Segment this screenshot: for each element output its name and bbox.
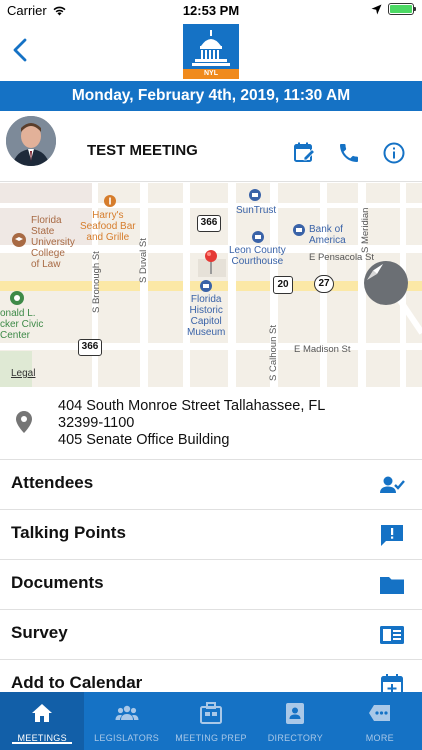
map-legal-link[interactable]: Legal (11, 368, 35, 379)
location-arrow-icon (371, 4, 382, 14)
address-line-2: 32399-1100 (58, 415, 135, 431)
street-s-meridian: S Meridian (360, 207, 371, 253)
map-label-leon-county: Leon County Courthouse (229, 245, 286, 267)
meeting-header: TEST MEETING (0, 112, 422, 182)
tab-legislators[interactable]: LEGISLATORS (84, 692, 168, 750)
tab-label: LEGISLATORS (94, 733, 160, 743)
edit-calendar-icon (294, 142, 316, 162)
home-icon (32, 704, 53, 722)
call-button[interactable] (337, 141, 361, 165)
route-shield-27: 27 (314, 275, 334, 293)
tab-label: MEETING PREP (175, 733, 247, 743)
street-s-bronough: S Bronough St (91, 251, 102, 313)
edit-calendar-button[interactable] (293, 141, 317, 165)
address-text: 404 South Monroe Street Tallahassee, FL … (58, 398, 358, 449)
museum-icon (200, 280, 212, 292)
tab-more[interactable]: MORE (338, 692, 422, 750)
tab-meetings[interactable]: MEETINGS (0, 692, 85, 750)
phone-icon (340, 144, 358, 162)
school-icon (12, 233, 26, 247)
meeting-date-bar: Monday, February 4th, 2019, 11:30 AM (0, 81, 422, 111)
status-time: 12:53 PM (182, 3, 240, 18)
street-s-duval: S Duval St (138, 238, 149, 283)
menu-item-label: Add to Calendar (11, 673, 143, 692)
menu-item-talking-points[interactable]: Talking Points (0, 510, 422, 560)
tab-directory[interactable]: DIRECTORY (253, 692, 337, 750)
map-label-harrys: Harry's Seafood Bar and Grille (80, 210, 136, 243)
venue-icon (10, 291, 24, 305)
tab-meeting-prep[interactable]: MEETING PREP (169, 692, 253, 750)
address-line-1: 404 South Monroe Street Tallahassee, FL (58, 398, 326, 414)
menu-item-label: Talking Points (11, 523, 126, 542)
briefcase-icon (200, 702, 223, 724)
avatar-portrait (6, 116, 56, 166)
bank-icon-2 (293, 224, 305, 236)
map-compass-button[interactable] (364, 261, 408, 305)
status-right (371, 3, 416, 15)
meeting-address[interactable]: 404 South Monroe Street Tallahassee, FL … (0, 388, 422, 460)
info-icon (383, 142, 405, 164)
chevron-left-icon (13, 38, 27, 62)
menu-item-label: Documents (11, 573, 104, 592)
meeting-actions-list: Attendees Talking Points Documents Surve… (0, 460, 422, 710)
map-label-fsu-law: Florida State University College of Law (31, 215, 75, 270)
courthouse-icon (252, 231, 264, 243)
map-label-capitol-museum: Florida Historic Capitol Museum (187, 294, 226, 338)
compass-icon (367, 264, 383, 280)
menu-item-attendees[interactable]: Attendees (0, 460, 422, 510)
location-map[interactable]: Florida State University College of Law Harr… (0, 183, 422, 387)
map-label-bank-of-america: Bank of America (309, 224, 346, 246)
app-logo: NYL (183, 24, 239, 79)
people-icon (115, 705, 139, 720)
contact-card-icon (286, 703, 305, 724)
nav-header: NYL (0, 22, 422, 80)
location-pin-icon (16, 411, 32, 433)
restaurant-icon (104, 195, 116, 207)
meeting-title: TEST MEETING (87, 142, 198, 159)
more-icon (368, 705, 390, 721)
street-s-calhoun: S Calhoun St (268, 325, 279, 381)
folder-icon (380, 577, 404, 594)
map-label-donald-l: onald L. cker Civic Center (0, 308, 44, 341)
logo-text: NYL (183, 69, 239, 79)
menu-item-label: Survey (11, 623, 68, 642)
street-e-madison: E Madison St (294, 344, 351, 355)
capitol-dome-icon (192, 30, 230, 66)
map-label-suntrust: SunTrust (236, 205, 277, 216)
tab-label: MEETINGS (17, 733, 67, 743)
tab-label: MORE (365, 733, 394, 743)
battery-icon (388, 3, 416, 15)
route-shield-366-b: 366 (78, 339, 102, 356)
route-shield-366: 366 (197, 215, 221, 232)
route-shield-20: 20 (273, 276, 293, 294)
talking-points-icon (381, 525, 403, 546)
back-button[interactable] (6, 34, 34, 66)
survey-icon (380, 626, 404, 644)
legislator-avatar[interactable] (6, 116, 56, 166)
menu-item-documents[interactable]: Documents (0, 560, 422, 610)
status-bar: Carrier 12:53 PM (0, 0, 422, 22)
tab-label: DIRECTORY (267, 733, 324, 743)
address-line-3: 405 Senate Office Building (58, 432, 230, 448)
map-pin-icon (205, 250, 217, 274)
info-button[interactable] (382, 141, 406, 165)
bank-icon (249, 189, 261, 201)
bottom-tab-bar: MEETINGS LEGISLATORS MEETING PREP DIRECT… (0, 692, 422, 750)
attendees-icon (380, 476, 405, 493)
menu-item-label: Attendees (11, 473, 94, 492)
menu-item-survey[interactable]: Survey (0, 610, 422, 660)
